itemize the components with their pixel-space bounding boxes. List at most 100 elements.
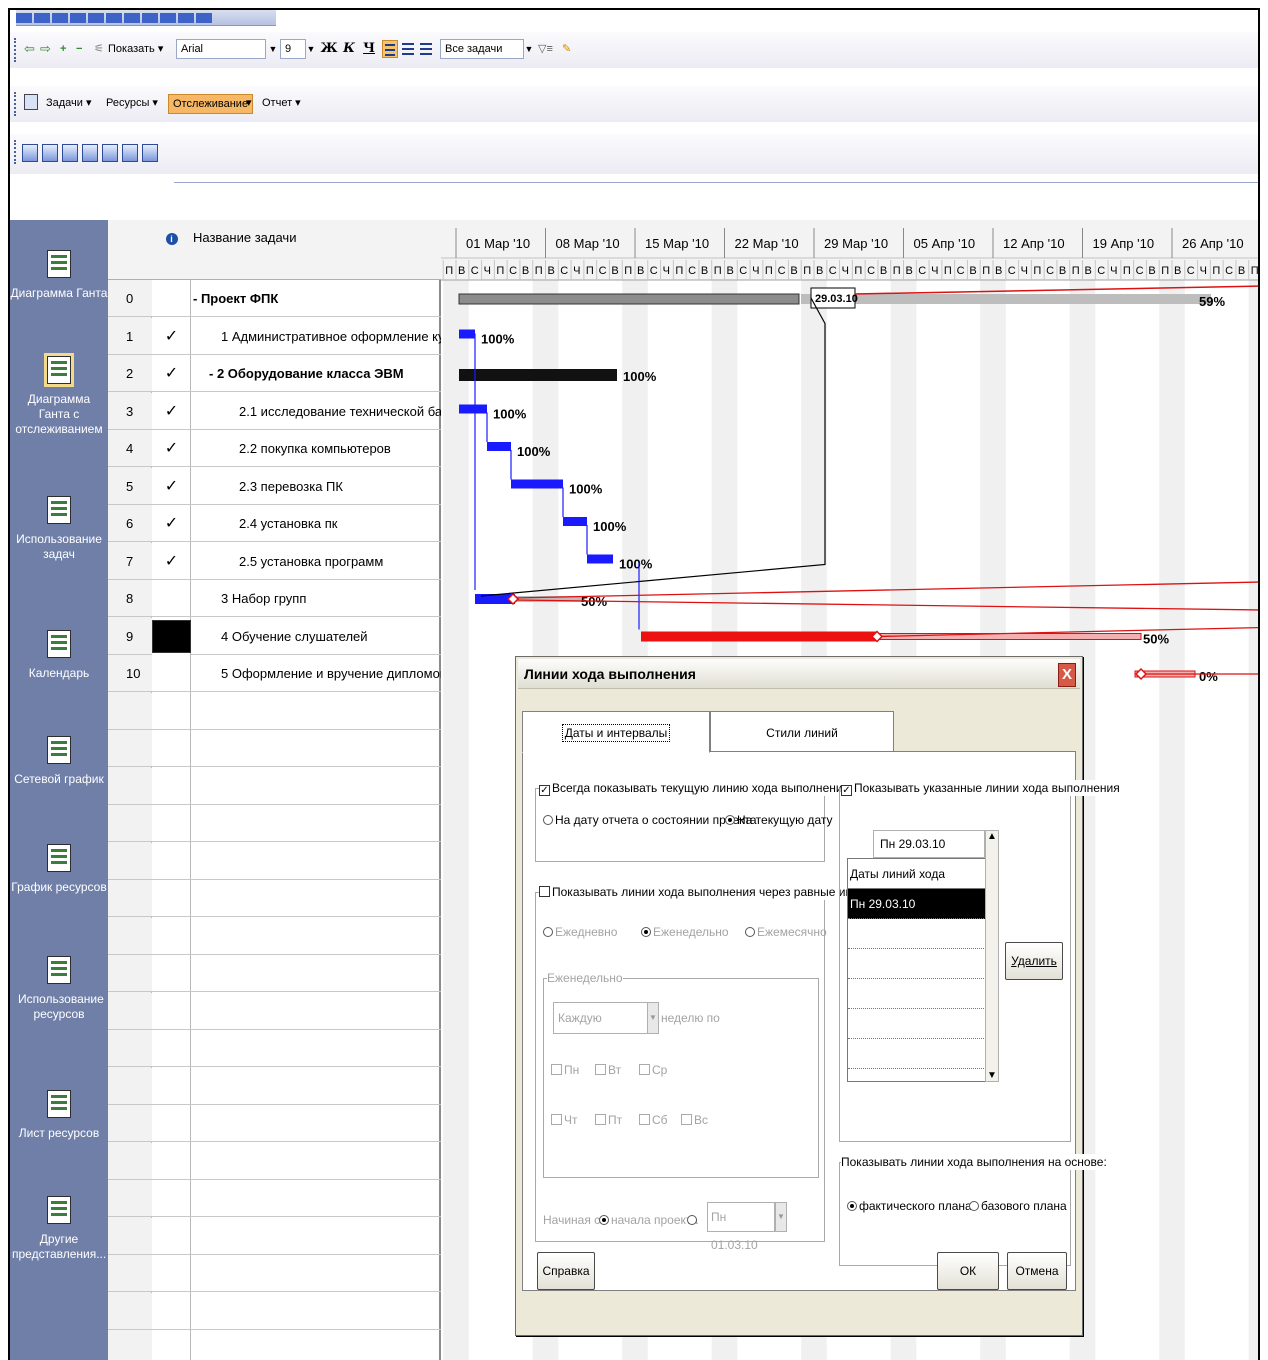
task-name-cell[interactable]	[191, 993, 441, 1030]
view-gantt-chart[interactable]: Диаграмма Ганта	[10, 250, 108, 301]
task-name-cell[interactable]: 1 Административное оформление курсов	[191, 318, 441, 355]
task-id-cell[interactable]	[108, 730, 152, 767]
task-name-cell[interactable]	[191, 1143, 441, 1180]
align-right-button[interactable]	[418, 40, 434, 58]
always-show-checkbox[interactable]: ✓ Всегда показывать текущую линию хода вы…	[539, 780, 850, 796]
hide-subtasks-icon[interactable]: −	[76, 40, 82, 58]
task-name-cell[interactable]	[191, 1218, 441, 1255]
filter-arrow-icon[interactable]: ▼	[522, 39, 536, 59]
day-sat-checkbox[interactable]: Сб	[639, 1112, 668, 1128]
task-id-cell[interactable]: 8	[108, 580, 152, 617]
progress-date-input[interactable]: Пн 29.03.10	[873, 830, 985, 858]
actual-plan-radio[interactable]: фактического плана	[847, 1198, 972, 1214]
list-scrollbar[interactable]: ▲ ▼	[985, 830, 999, 1082]
task-id-cell[interactable]	[108, 1180, 152, 1217]
view-network-diagram[interactable]: Сетевой график	[10, 736, 108, 787]
task-name-cell[interactable]: 2.2 покупка компьютеров	[191, 430, 441, 467]
delete-button[interactable]: Удалить	[1005, 942, 1063, 980]
task-id-cell[interactable]	[108, 955, 152, 992]
update-tasks-icon[interactable]	[102, 144, 118, 162]
monthly-radio[interactable]: Ежемесячно	[745, 924, 827, 940]
show-dropdown[interactable]: Показать ▾	[108, 40, 163, 58]
task-name-cell[interactable]: 3 Набор групп	[191, 580, 441, 617]
list-item[interactable]	[848, 919, 996, 949]
task-id-cell[interactable]	[108, 1068, 152, 1105]
show-selected-checkbox[interactable]: ✓ Показывать указанные линии хода выполне…	[841, 780, 1120, 796]
task-name-cell[interactable]	[191, 693, 441, 730]
view-more-views[interactable]: Другие представления...	[10, 1196, 108, 1262]
view-tracking-gantt[interactable]: Диаграмма Ганта с отслеживанием	[10, 356, 108, 437]
bold-button[interactable]: Ж	[320, 40, 338, 58]
list-item[interactable]	[848, 979, 996, 1009]
indent-icon[interactable]: ⇨	[40, 40, 51, 58]
daily-radio[interactable]: Ежедневно	[543, 924, 617, 940]
tab-dates-intervals[interactable]: Даты и интервалы	[522, 711, 710, 753]
tracking-menu-arrow-icon[interactable]: ▾	[242, 94, 256, 114]
list-item[interactable]	[848, 1009, 996, 1039]
list-item[interactable]	[848, 1039, 996, 1069]
list-item[interactable]: Пн 29.03.10	[848, 889, 996, 919]
task-id-cell[interactable]	[108, 1030, 152, 1067]
progress-dates-list[interactable]: Даты линий хода выполнения Пн 29.03.10	[847, 858, 997, 1082]
task-id-cell[interactable]: 7	[108, 543, 152, 580]
view-task-usage[interactable]: Использование задач	[10, 496, 108, 562]
task-name-cell[interactable]: 2.1 исследование технической базы	[191, 393, 441, 430]
task-name-cell[interactable]	[191, 805, 441, 842]
tasks-menu[interactable]: Задачи ▾	[42, 94, 96, 114]
baseline-plan-radio[interactable]: базового плана	[969, 1198, 1067, 1214]
task-name-cell[interactable]	[191, 1068, 441, 1105]
task-name-header[interactable]: Название задачи	[191, 220, 441, 280]
task-name-cell[interactable]: 2.3 перевозка ПК	[191, 468, 441, 505]
add-progress-line-icon[interactable]	[82, 144, 98, 162]
font-name-box[interactable]: Arial	[176, 39, 266, 59]
task-name-cell[interactable]	[191, 1293, 441, 1330]
resources-menu[interactable]: Ресурсы ▾	[102, 94, 162, 114]
task-id-cell[interactable]: 4	[108, 430, 152, 467]
task-name-cell[interactable]: - 2 Оборудование класса ЭВМ	[191, 355, 441, 392]
task-name-cell[interactable]	[191, 918, 441, 955]
task-id-cell[interactable]	[108, 880, 152, 917]
align-center-button[interactable]	[400, 40, 416, 58]
task-name-cell[interactable]	[191, 880, 441, 917]
start-date-arrow-icon[interactable]: ▼	[775, 1202, 787, 1232]
task-name-cell[interactable]: 5 Оформление и вручение дипломов	[191, 655, 441, 692]
day-wed-checkbox[interactable]: Ср	[639, 1062, 667, 1078]
tab-line-styles[interactable]: Стили линий	[710, 711, 894, 753]
scroll-up-icon[interactable]: ▲	[986, 831, 998, 842]
task-id-cell[interactable]	[108, 993, 152, 1030]
day-tue-checkbox[interactable]: Вт	[595, 1062, 621, 1078]
task-id-cell[interactable]: 5	[108, 468, 152, 505]
day-sun-checkbox[interactable]: Вс	[681, 1112, 708, 1128]
task-id-cell[interactable]	[108, 843, 152, 880]
task-name-cell[interactable]	[191, 1030, 441, 1067]
id-header[interactable]	[108, 220, 152, 280]
autofilter-icon[interactable]: ▽≡	[538, 40, 553, 58]
view-resource-graph[interactable]: График ресурсов	[10, 844, 108, 895]
task-name-cell[interactable]	[191, 1330, 441, 1360]
show-subtasks-icon[interactable]: +	[60, 40, 66, 58]
task-id-cell[interactable]: 2	[108, 355, 152, 392]
collaborate-icon[interactable]	[122, 144, 138, 162]
start-date-radio[interactable]	[687, 1212, 699, 1228]
reschedule-work-icon[interactable]	[62, 144, 78, 162]
underline-button[interactable]: Ч	[360, 40, 378, 58]
task-name-cell[interactable]: - Проект ФПК	[191, 280, 441, 317]
task-id-cell[interactable]: 0	[108, 280, 152, 317]
view-resource-usage[interactable]: Использование ресурсов	[10, 956, 108, 1022]
task-id-cell[interactable]: 9	[108, 618, 152, 655]
every-week-select[interactable]: Каждую	[553, 1002, 653, 1034]
start-date-field[interactable]: Пн 01.03.10	[707, 1202, 775, 1252]
project-statistics-icon[interactable]	[22, 144, 38, 162]
task-id-cell[interactable]	[108, 768, 152, 805]
view-resource-sheet[interactable]: Лист ресурсов	[10, 1090, 108, 1141]
scroll-down-icon[interactable]: ▼	[986, 1070, 998, 1081]
task-id-cell[interactable]: 10	[108, 655, 152, 692]
report-menu[interactable]: Отчет ▾	[258, 94, 305, 114]
toolbar-grip[interactable]	[14, 92, 18, 116]
italic-button[interactable]: К	[340, 40, 358, 58]
task-name-cell[interactable]	[191, 768, 441, 805]
align-left-button[interactable]	[382, 40, 398, 58]
font-size-arrow-icon[interactable]: ▼	[304, 39, 318, 59]
tracking-menu[interactable]: Отслеживание	[168, 94, 254, 114]
task-id-cell[interactable]: 6	[108, 505, 152, 542]
